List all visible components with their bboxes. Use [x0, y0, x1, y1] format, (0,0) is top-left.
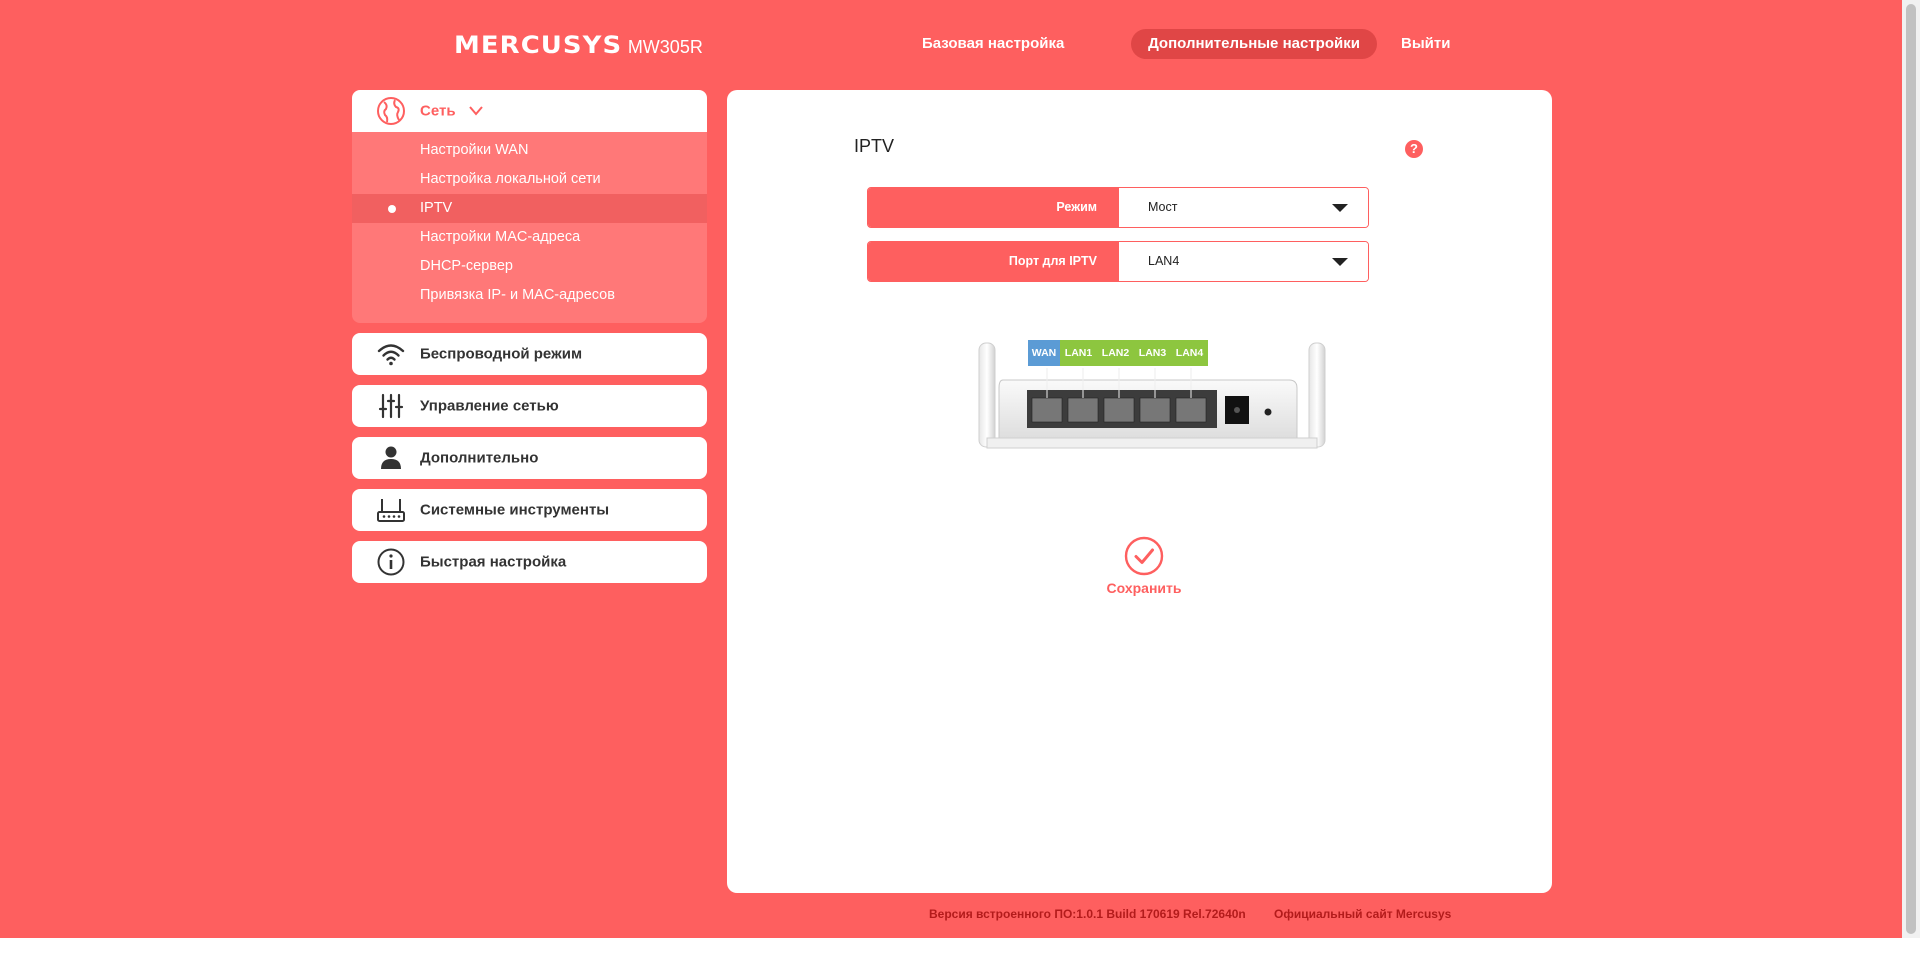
sidebar-item-label: Привязка IP- и MAC-адресов — [420, 287, 615, 303]
sidebar-network-submenu: Настройки WAN Настройка локальной сети I… — [352, 132, 707, 323]
sidebar-item-mac-settings[interactable]: Настройки MAC-адреса — [352, 223, 707, 252]
sidebar-item-label: DHCP-сервер — [420, 258, 513, 274]
sidebar-network-control-label: Управление сетью — [420, 397, 559, 415]
iptv-port-select[interactable]: LAN4 — [1119, 242, 1368, 281]
sliders-icon — [378, 393, 404, 419]
info-icon — [377, 548, 405, 576]
sidebar-group-system-tools[interactable]: Системные инструменты — [352, 489, 707, 531]
model-name: MW305R — [627, 37, 703, 57]
mercusys-logo: MERCUSYS — [454, 31, 623, 59]
save-button[interactable]: Сохранить — [1099, 536, 1189, 596]
sidebar-network-label: Сеть — [420, 102, 456, 120]
sidebar-group-wireless[interactable]: Беспроводной режим — [352, 333, 707, 375]
firmware-version: Версия встроенного ПО:1.0.1 Build 170619… — [929, 907, 1246, 921]
active-dot-icon — [388, 205, 396, 213]
sidebar-group-network[interactable]: Сеть — [352, 90, 707, 132]
nav-advanced-settings[interactable]: Дополнительные настройки — [1131, 29, 1377, 59]
mode-label: Режим — [868, 188, 1119, 227]
sidebar-item-label: Настройки WAN — [420, 142, 529, 158]
mode-field: Режим Мост — [867, 187, 1369, 228]
sidebar-item-label: IPTV — [420, 200, 453, 216]
chevron-down-icon — [469, 106, 483, 116]
main-panel: IPTV ? Режим Мост Порт для IPTV LAN4 WAN… — [727, 90, 1552, 893]
iptv-port-label: Порт для IPTV — [868, 242, 1119, 281]
scrollbar-thumb[interactable] — [1906, 4, 1916, 934]
sidebar-advanced-label: Дополнительно — [420, 449, 539, 467]
wifi-icon — [377, 344, 405, 366]
port-label-wan: WAN — [1028, 340, 1060, 366]
port-label-lan3: LAN3 — [1134, 340, 1171, 366]
caret-down-icon — [1332, 204, 1348, 212]
checkmark-icon — [1124, 536, 1164, 576]
sidebar-wireless-label: Беспроводной режим — [420, 345, 583, 363]
sidebar-quick-setup-label: Быстрая настройка — [420, 553, 567, 571]
mode-value: Мост — [1148, 200, 1178, 214]
port-label-lan4: LAN4 — [1171, 340, 1208, 366]
sidebar-system-tools-label: Системные инструменты — [420, 501, 610, 519]
iptv-port-value: LAN4 — [1148, 254, 1180, 268]
sidebar-item-lan-settings[interactable]: Настройка локальной сети — [352, 165, 707, 194]
sidebar-item-wan-settings[interactable]: Настройки WAN — [352, 136, 707, 165]
sidebar-item-label: Настройки MAC-адреса — [420, 229, 581, 245]
sidebar-group-network-control[interactable]: Управление сетью — [352, 385, 707, 427]
mode-select[interactable]: Мост — [1119, 188, 1368, 227]
user-icon — [381, 446, 401, 469]
page-title: IPTV — [854, 136, 895, 156]
sidebar-item-label: Настройка локальной сети — [420, 171, 601, 187]
iptv-port-field: Порт для IPTV LAN4 — [867, 241, 1369, 282]
official-site-link[interactable]: Официальный сайт Mercusys — [1274, 907, 1451, 921]
port-label-lan1: LAN1 — [1060, 340, 1097, 366]
nav-basic-settings[interactable]: Базовая настройка — [922, 29, 1064, 59]
globe-icon — [377, 97, 405, 125]
nav-logout[interactable]: Выйти — [1401, 29, 1450, 59]
router-ports-illustration: WAN LAN1 LAN2 LAN3 LAN4 — [977, 340, 1327, 452]
brand: MERCUSYS MW305R — [454, 31, 703, 59]
vertical-scrollbar[interactable] — [1902, 0, 1920, 938]
sidebar-group-quick-setup[interactable]: Быстрая настройка — [352, 541, 707, 583]
save-label: Сохранить — [1106, 580, 1182, 596]
router-icon — [377, 499, 405, 522]
help-icon[interactable]: ? — [1405, 140, 1423, 158]
sidebar-item-dhcp-server[interactable]: DHCP-сервер — [352, 252, 707, 281]
router-admin-app: MERCUSYS MW305R Базовая настройка Дополн… — [0, 0, 1902, 938]
sidebar-item-ip-mac-binding[interactable]: Привязка IP- и MAC-адресов — [352, 281, 707, 310]
sidebar-group-advanced[interactable]: Дополнительно — [352, 437, 707, 479]
caret-down-icon — [1332, 258, 1348, 266]
sidebar-item-iptv[interactable]: IPTV — [352, 194, 707, 223]
port-label-lan2: LAN2 — [1097, 340, 1134, 366]
